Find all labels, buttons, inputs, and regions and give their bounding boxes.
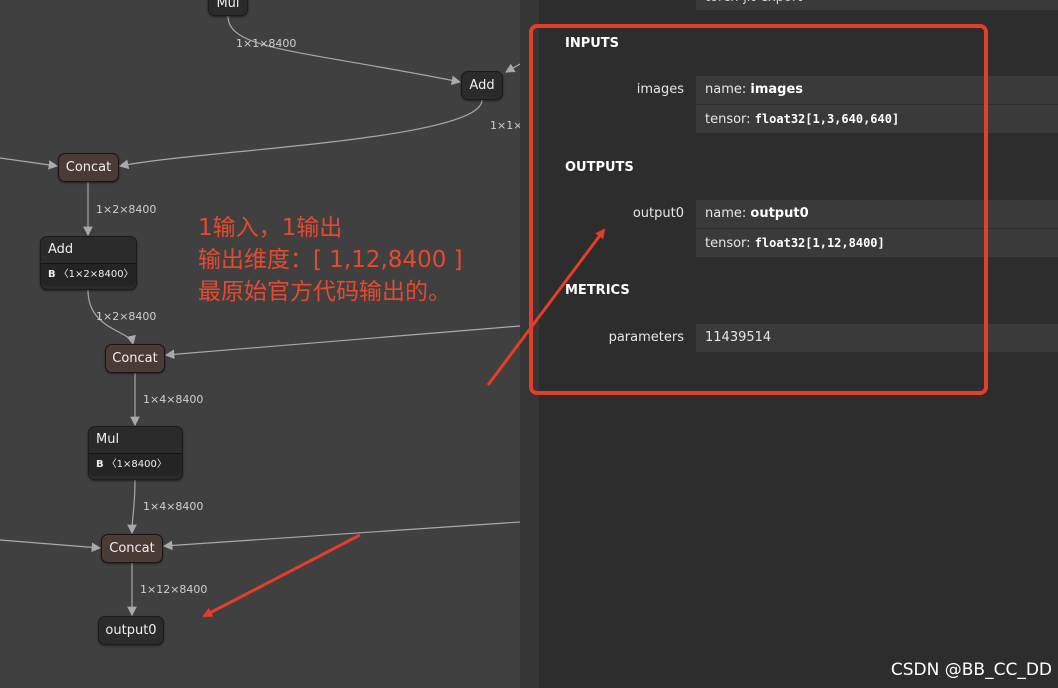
- model-name-value[interactable]: torch-jit-export: [696, 0, 1058, 10]
- edge-add-to-concat1: [118, 99, 483, 170]
- edge-right-to-concat2: [164, 325, 520, 360]
- edge-label: 1×2×8400: [96, 310, 157, 323]
- annotation-line: 最原始官方代码输出的。: [198, 279, 451, 305]
- edge-mul2-to-concat3: [127, 479, 137, 535]
- node-label: Add: [469, 78, 495, 93]
- annotation-text: 1输入，1输出 输出维度：[ 1,12,8400 ] 最原始官方代码输出的。: [198, 212, 463, 308]
- graph-node-mul-top[interactable]: Mul: [208, 0, 248, 16]
- edge-label: 1×12×8400: [140, 583, 208, 596]
- graph-edges: [0, 15, 520, 617]
- edge-label: 1×2×8400: [96, 203, 157, 216]
- node-attribute: B 〈1×8400〉: [89, 453, 182, 476]
- node-label: Concat: [65, 160, 112, 175]
- edge-add-right-in: [504, 63, 520, 73]
- node-label: Concat: [109, 541, 155, 556]
- edge-right-to-concat3: [162, 521, 520, 551]
- node-label: Add: [48, 242, 74, 257]
- node-label: output0: [105, 623, 157, 638]
- edge-label: 1×1×8400: [236, 37, 297, 50]
- node-attribute: B 〈1×2×8400〉: [41, 263, 136, 286]
- edge-label: 1×4×8400: [143, 393, 204, 406]
- node-label: Mul: [216, 0, 240, 11]
- edge-left-to-concat3: [0, 539, 102, 553]
- model-graph-canvas[interactable]: Mul Add Concat Add B 〈1×2×8400〉 Concat Mu…: [0, 0, 520, 688]
- watermark: CSDN @BB_CC_DD: [890, 660, 1052, 680]
- graph-node-output0[interactable]: output0: [98, 616, 164, 645]
- annotation-line: 1输入，1输出: [198, 215, 343, 241]
- model-name-label: name: [647, 0, 684, 1]
- annotation-highlight-box: [529, 24, 988, 395]
- annotation-line: 输出维度：[ 1,12,8400 ]: [198, 247, 463, 273]
- graph-node-add-top[interactable]: Add: [461, 71, 503, 100]
- graph-node-concat-3[interactable]: Concat: [101, 534, 163, 563]
- graph-node-add-2[interactable]: Add B 〈1×2×8400〉: [40, 236, 137, 290]
- edge-label: 1×1×: [490, 119, 520, 132]
- edge-left-to-concat1: [0, 157, 59, 170]
- graph-node-concat-1[interactable]: Concat: [58, 153, 119, 182]
- node-label: Concat: [112, 351, 158, 366]
- edge-label: 1×4×8400: [143, 500, 204, 513]
- node-label: Mul: [96, 432, 120, 447]
- graph-node-concat-2[interactable]: Concat: [105, 344, 165, 373]
- graph-node-mul-2[interactable]: Mul B 〈1×8400〉: [88, 426, 183, 480]
